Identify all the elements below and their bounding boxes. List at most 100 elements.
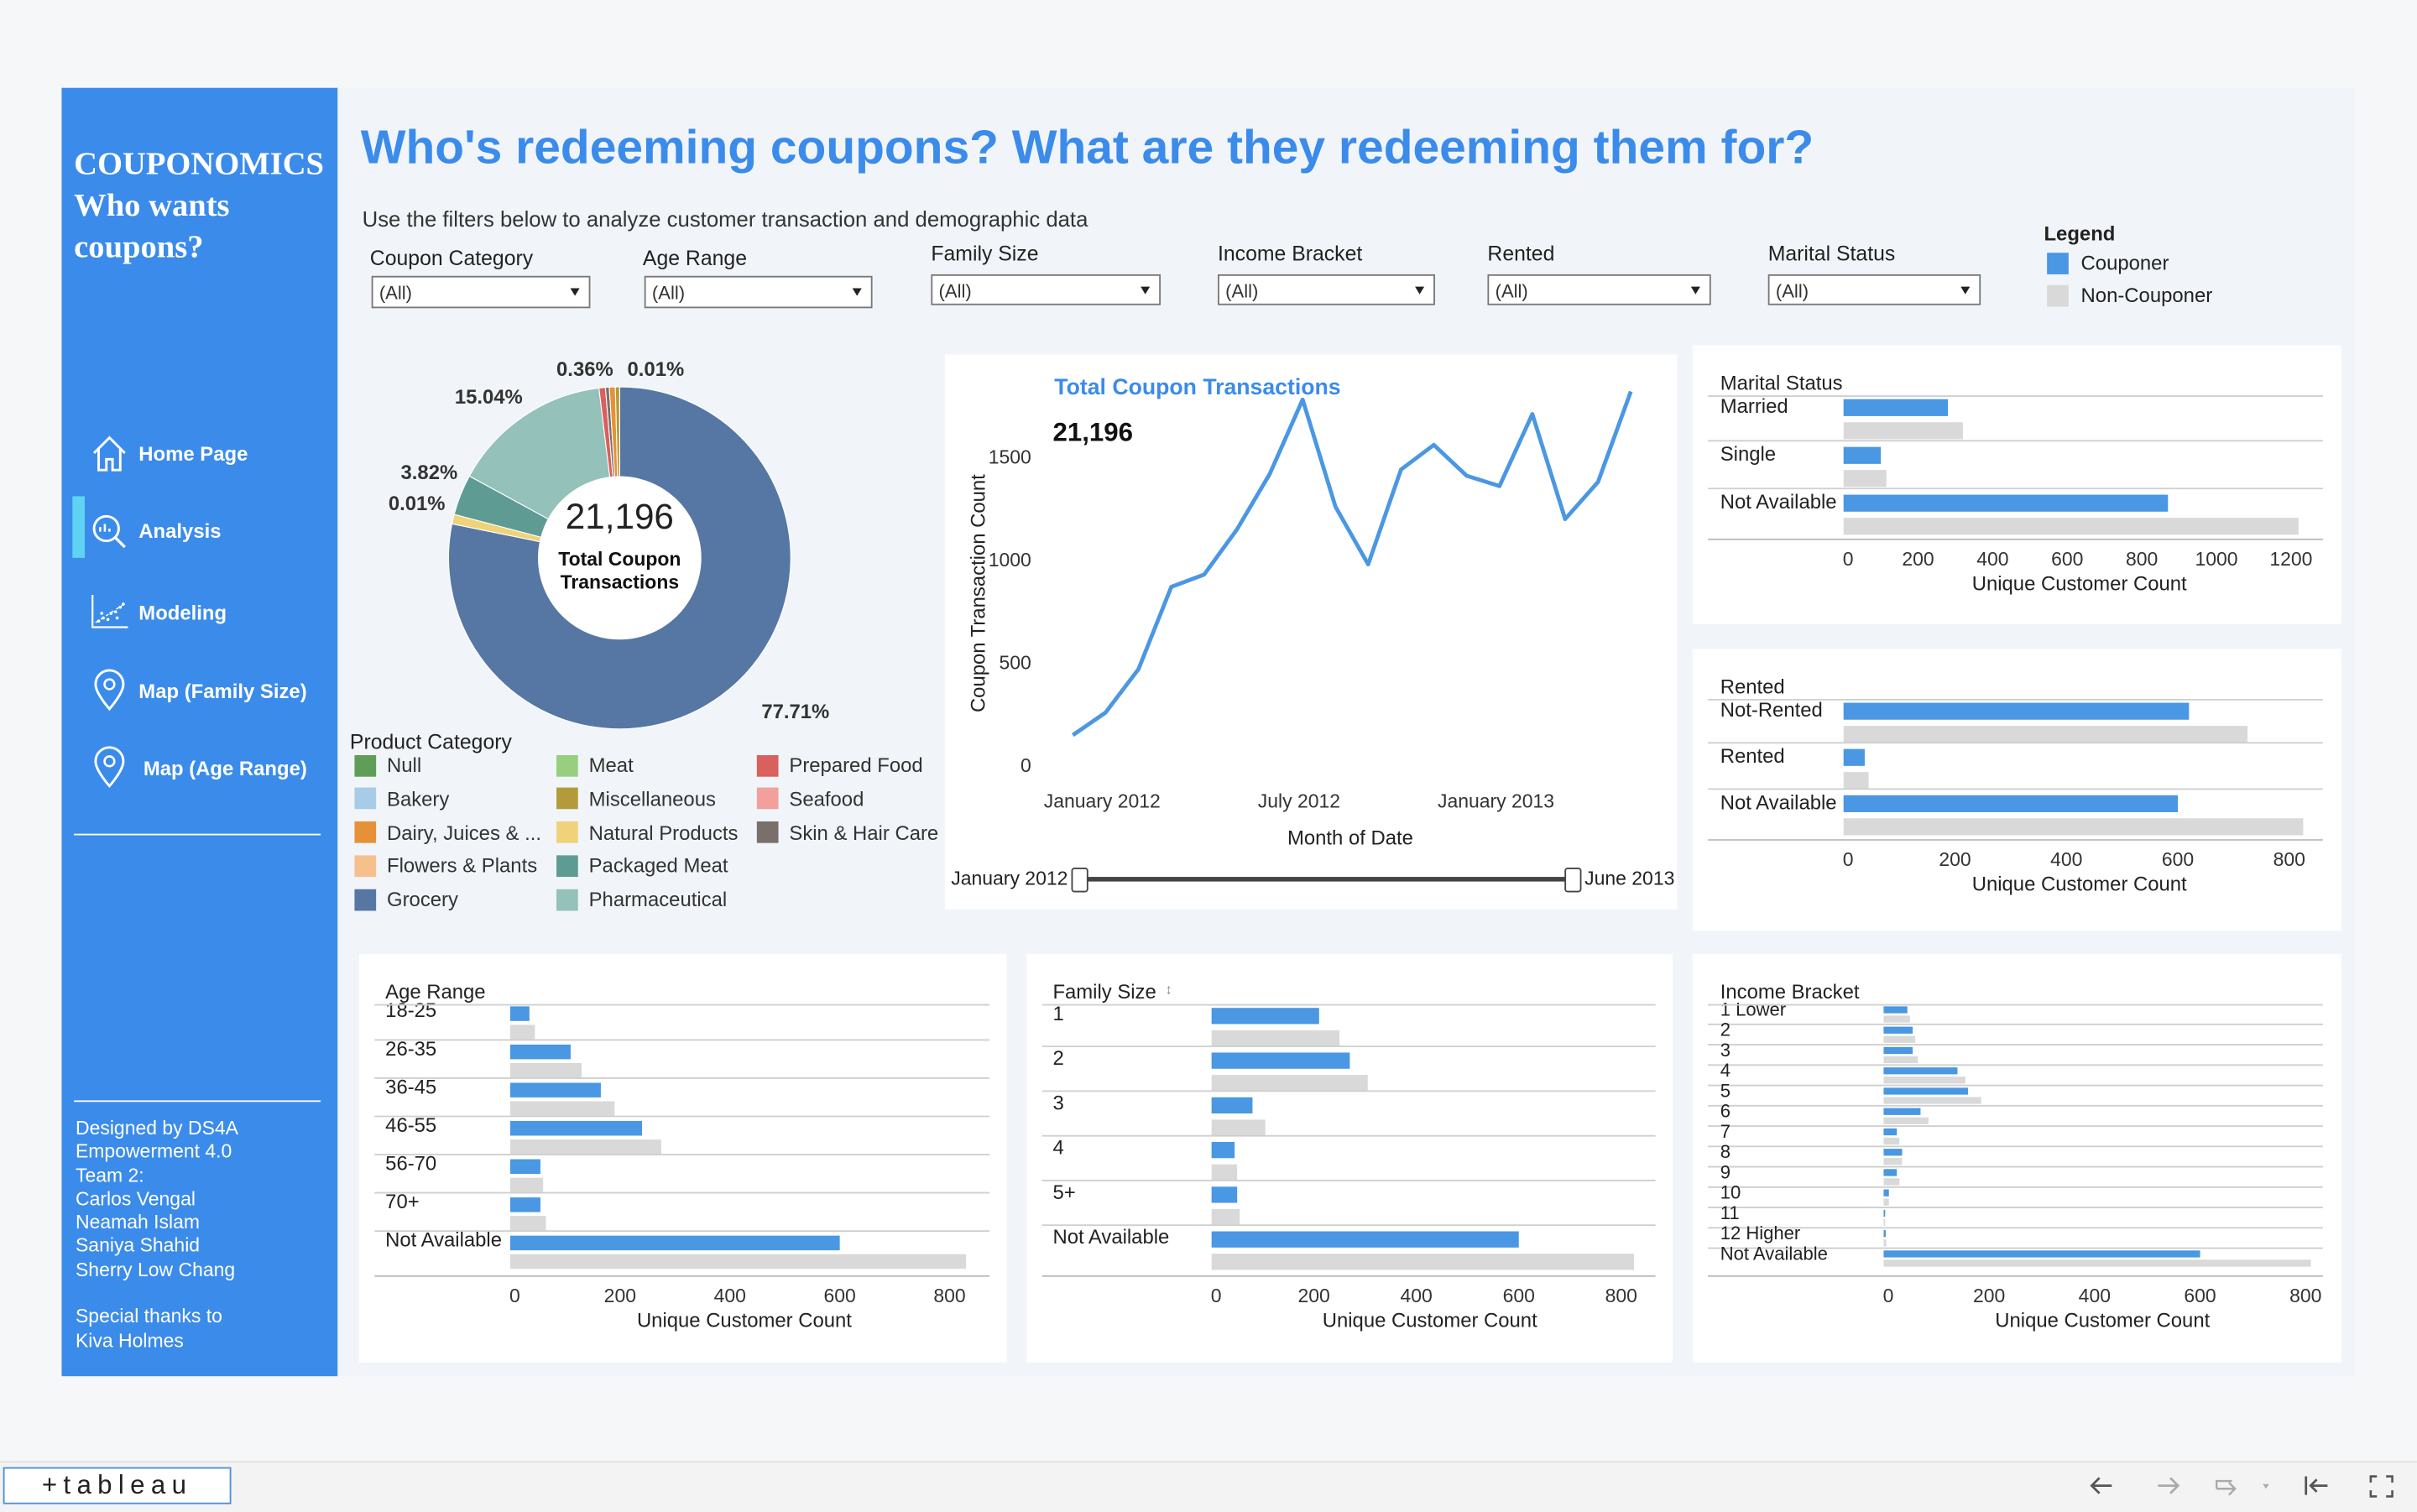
filter-age-range[interactable]: (All) bbox=[644, 275, 873, 309]
bar-couponer bbox=[1883, 1149, 1903, 1156]
x-tick-label: 400 bbox=[1976, 548, 2008, 570]
x-tick-label: 0 bbox=[1843, 548, 1854, 570]
legend-swatch bbox=[756, 754, 779, 776]
filter-label-rented: Rented bbox=[1487, 242, 1555, 265]
legend-label: Skin & Hair Care bbox=[789, 821, 939, 844]
category-label: 1 Lower bbox=[1720, 998, 1786, 1019]
x-tick-label: 0 bbox=[509, 1285, 520, 1306]
jump-to-start-icon[interactable] bbox=[2301, 1473, 2332, 1498]
slider-handle-start[interactable] bbox=[1071, 868, 1088, 893]
x-tick-label: 400 bbox=[2050, 848, 2082, 870]
credits-text: Designed by DS4A Empowerment 4.0 Team 2:… bbox=[75, 1117, 238, 1352]
category-label: Not Available bbox=[1720, 1243, 1828, 1264]
tableau-logo-button[interactable]: +tableau bbox=[3, 1467, 232, 1504]
filter-income-bracket[interactable]: (All) bbox=[1217, 274, 1435, 305]
category-label: 56-70 bbox=[385, 1152, 436, 1175]
x-tick-label: 200 bbox=[1902, 548, 1934, 570]
bar-non-couponer bbox=[1883, 1097, 1981, 1104]
legend-label: Grocery bbox=[387, 888, 458, 911]
nav-label: Modeling bbox=[138, 600, 227, 623]
date-range-slider-track[interactable] bbox=[1083, 877, 1574, 882]
x-tick-label: 800 bbox=[933, 1285, 965, 1306]
product-legend-item[interactable]: Grocery bbox=[354, 888, 458, 911]
category-label: 18-25 bbox=[385, 999, 436, 1022]
pie-percent-label: 3.82% bbox=[401, 461, 458, 484]
legend-label: Couponer bbox=[2080, 251, 2169, 274]
nav-modeling[interactable]: Modeling bbox=[90, 589, 337, 635]
page-subtitle: Use the filters below to analyze custome… bbox=[362, 206, 1088, 232]
slider-end-label: June 2013 bbox=[1584, 868, 1675, 889]
category-label: Not-Rented bbox=[1720, 699, 1823, 722]
legend-item-couponer[interactable]: Couponer bbox=[2047, 251, 2212, 274]
category-label: 6 bbox=[1720, 1101, 1731, 1122]
nav-analysis[interactable]: Analysis bbox=[90, 507, 337, 553]
y-tick-label: 1500 bbox=[989, 446, 1031, 467]
x-tick-label: 400 bbox=[714, 1285, 746, 1306]
legend-swatch bbox=[2047, 252, 2069, 274]
bar-non-couponer bbox=[1883, 1178, 1900, 1186]
slider-handle-end[interactable] bbox=[1564, 868, 1582, 893]
bar-non-couponer bbox=[1211, 1075, 1368, 1092]
bar-couponer bbox=[1843, 446, 1882, 464]
donut-center-label: Transactions bbox=[561, 571, 680, 593]
x-axis-title: Unique Customer Count bbox=[1972, 572, 2187, 595]
category-label: Not Available bbox=[1720, 791, 1837, 814]
product-legend-item[interactable]: Dairy, Juices & ... bbox=[354, 821, 541, 844]
nav-map-family-size[interactable]: Map (Family Size) bbox=[90, 667, 337, 713]
product-legend-item[interactable]: Bakery bbox=[354, 787, 449, 811]
filter-family-size[interactable]: (All) bbox=[931, 274, 1162, 305]
bar-non-couponer bbox=[1843, 422, 1963, 440]
x-axis-title: Unique Customer Count bbox=[1995, 1309, 2210, 1332]
legend-swatch bbox=[556, 889, 578, 910]
product-legend-item[interactable]: Prepared Food bbox=[756, 753, 923, 777]
sort-icon: ↕ bbox=[1166, 982, 1172, 998]
bar-non-couponer bbox=[509, 1101, 615, 1116]
filter-label-coupon-category: Coupon Category bbox=[369, 246, 534, 270]
bar-couponer bbox=[509, 1159, 540, 1175]
filter-rented[interactable]: (All) bbox=[1487, 274, 1711, 305]
product-legend-item[interactable]: Packaged Meat bbox=[556, 854, 728, 878]
donut-center-label: Total Coupon bbox=[558, 548, 681, 570]
bar-non-couponer bbox=[1883, 1137, 1900, 1145]
series-line-coupon-transactions bbox=[1071, 390, 1633, 738]
redo-arrow-icon[interactable] bbox=[2155, 1475, 2183, 1497]
line-chart-panel: Total Coupon Transactions 21,196 0 500 100… bbox=[944, 354, 1678, 910]
x-tick-label: 200 bbox=[604, 1285, 636, 1306]
income-bracket-panel: Income Bracket 1 Lower 2 3 4 5 6 7 8 9 10 11 12 High… bbox=[1692, 953, 2341, 1363]
fullscreen-icon[interactable] bbox=[2367, 1473, 2395, 1498]
product-legend-item[interactable]: Flowers & Plants bbox=[354, 854, 537, 878]
bar-couponer bbox=[1883, 1128, 1898, 1136]
x-tick-label: January 2013 bbox=[1438, 790, 1554, 811]
product-legend-item[interactable]: Natural Products bbox=[556, 821, 738, 844]
product-legend-item[interactable]: Seafood bbox=[756, 787, 864, 811]
nav-map-age-range[interactable]: Map (Age Range) bbox=[90, 744, 337, 790]
bar-non-couponer bbox=[1211, 1030, 1340, 1047]
legend-swatch bbox=[354, 788, 377, 810]
product-legend-item[interactable]: Miscellaneous bbox=[556, 787, 716, 811]
bar-couponer bbox=[509, 1197, 540, 1212]
revert-icon[interactable] bbox=[2214, 1475, 2275, 1497]
product-legend-item[interactable]: Meat bbox=[556, 753, 634, 777]
pie-percent-label: 77.71% bbox=[761, 701, 829, 723]
filter-coupon-category[interactable]: (All) bbox=[371, 275, 591, 309]
nav-label: Home Page bbox=[138, 441, 248, 465]
x-tick-label: 0 bbox=[1843, 848, 1854, 870]
category-label: 2 bbox=[1720, 1019, 1731, 1040]
x-axis-title: Unique Customer Count bbox=[1972, 873, 2187, 896]
legend-swatch bbox=[354, 754, 377, 776]
category-label: Not Available bbox=[1052, 1226, 1169, 1249]
x-axis-title: Unique Customer Count bbox=[637, 1309, 852, 1332]
undo-arrow-icon[interactable] bbox=[2087, 1475, 2115, 1497]
category-label: Single bbox=[1720, 443, 1776, 466]
legend-swatch bbox=[556, 788, 578, 810]
pie-percent-label: 0.01% bbox=[628, 358, 685, 381]
filter-marital-status[interactable]: (All) bbox=[1767, 274, 1981, 305]
product-legend-item[interactable]: Skin & Hair Care bbox=[756, 821, 939, 844]
nav-home-page[interactable]: Home Page bbox=[90, 430, 337, 476]
product-legend-item[interactable]: Null bbox=[354, 753, 421, 777]
product-legend-item[interactable]: Pharmaceutical bbox=[556, 888, 727, 911]
bar-couponer bbox=[1211, 1231, 1519, 1248]
legend-item-non-couponer[interactable]: Non-Couponer bbox=[2047, 284, 2212, 307]
y-tick-label: 1000 bbox=[989, 549, 1031, 571]
x-tick-label: 800 bbox=[2273, 848, 2305, 870]
